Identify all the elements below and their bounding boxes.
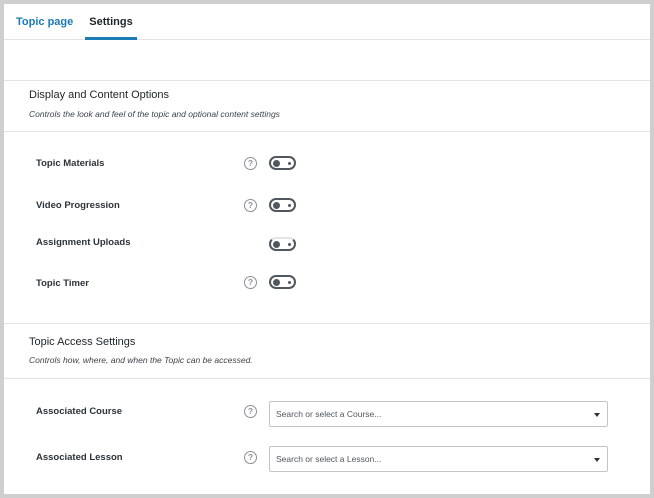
video-progression-label: Video Progression (36, 200, 120, 211)
help-icon[interactable]: ? (244, 405, 257, 418)
divider (4, 378, 650, 379)
topic-materials-toggle[interactable] (269, 156, 296, 170)
toggle-dot-icon (288, 242, 291, 246)
toggle-dot-icon (288, 203, 291, 207)
access-section-title: Topic Access Settings (29, 336, 136, 348)
select-placeholder: Search or select a Lesson... (276, 454, 382, 464)
divider (4, 131, 650, 132)
associated-course-select[interactable]: Search or select a Course... (269, 401, 608, 427)
caret-down-icon (594, 413, 600, 417)
associated-lesson-select[interactable]: Search or select a Lesson... (269, 446, 608, 472)
help-icon[interactable]: ? (244, 157, 257, 170)
topic-materials-label: Topic Materials (36, 158, 105, 169)
associated-course-label: Associated Course (36, 406, 123, 417)
toggle-dot-icon (288, 280, 291, 284)
assignment-uploads-toggle[interactable] (269, 237, 296, 251)
toggle-knob-icon (273, 278, 280, 286)
help-icon[interactable]: ? (244, 451, 257, 464)
toggle-knob-icon (273, 201, 280, 209)
topic-timer-label: Topic Timer (36, 278, 89, 289)
divider (4, 80, 650, 81)
video-progression-toggle[interactable] (269, 198, 296, 212)
associated-lesson-label: Associated Lesson (36, 452, 123, 463)
caret-down-icon (594, 458, 600, 462)
select-placeholder: Search or select a Course... (276, 409, 382, 419)
display-section-description: Controls the look and feel of the topic … (29, 109, 280, 119)
assignment-uploads-label: Assignment Uploads (36, 237, 131, 248)
toggle-dot-icon (288, 161, 291, 165)
help-icon[interactable]: ? (244, 199, 257, 212)
help-icon[interactable]: ? (244, 276, 257, 289)
settings-panel: Topic page Settings Display and Content … (4, 4, 650, 494)
tab-bar: Topic page Settings (4, 4, 650, 40)
tab-topic-page[interactable]: Topic page (16, 16, 73, 37)
display-section-title: Display and Content Options (29, 89, 170, 101)
topic-timer-toggle[interactable] (269, 275, 296, 289)
divider (4, 323, 650, 324)
toggle-knob-icon (273, 240, 280, 248)
toggle-knob-icon (273, 159, 280, 167)
access-section-description: Controls how, where, and when the Topic … (29, 355, 253, 365)
tab-settings[interactable]: Settings (85, 16, 137, 40)
